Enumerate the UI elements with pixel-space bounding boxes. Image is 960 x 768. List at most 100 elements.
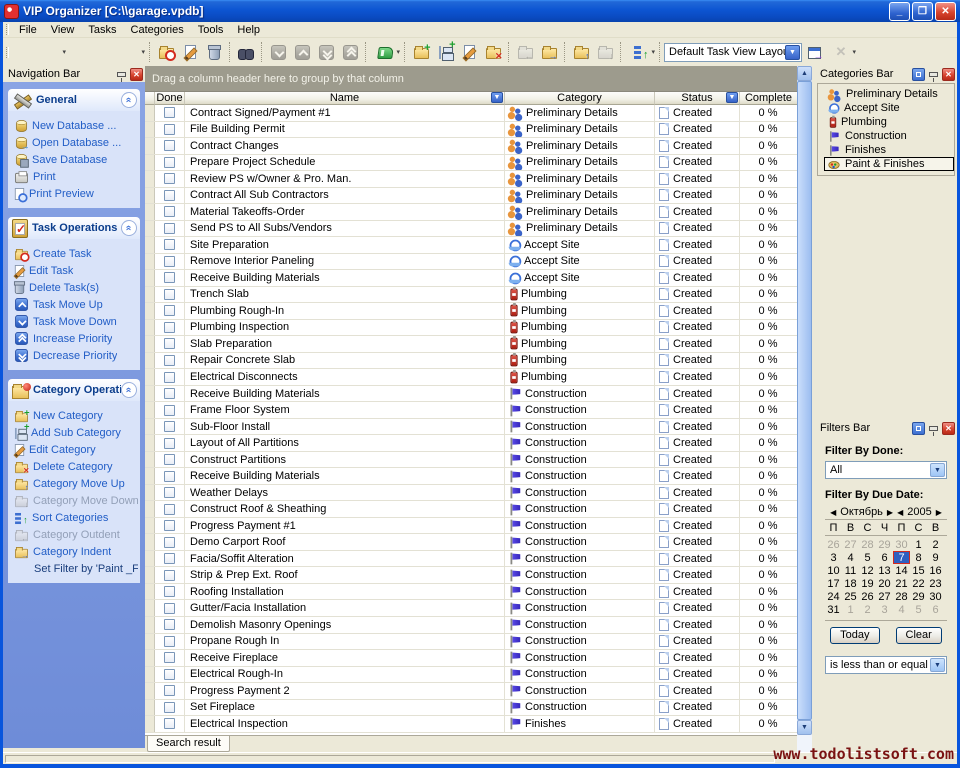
menu-item[interactable]: Help xyxy=(230,23,267,37)
pin-icon[interactable] xyxy=(929,72,938,77)
today-button[interactable]: Today xyxy=(830,627,879,644)
Demolish Masonry Openings[interactable]: Demolish Masonry Openings Construction C… xyxy=(145,617,797,634)
calendar-day[interactable]: 15 xyxy=(910,564,927,577)
new-database-button[interactable] xyxy=(12,40,36,64)
nav-item[interactable]: Create Task xyxy=(14,245,138,262)
task-name[interactable]: File Building Permit xyxy=(185,122,505,138)
print-button[interactable] xyxy=(91,40,115,64)
apply-layout-button[interactable] xyxy=(802,40,826,64)
pin-icon[interactable] xyxy=(929,426,938,431)
column-name[interactable]: Name▼ xyxy=(185,92,505,105)
due-date-condition-select[interactable]: is less than or equal to ▼ xyxy=(825,656,947,674)
task-name[interactable]: Weather Delays xyxy=(185,485,505,501)
done-checkbox[interactable] xyxy=(164,454,175,465)
Contract All Sub Contractors[interactable]: Contract All Sub Contractors Preliminary… xyxy=(145,188,797,205)
done-checkbox[interactable] xyxy=(164,289,175,300)
calendar-day[interactable]: 19 xyxy=(859,577,876,590)
done-checkbox[interactable] xyxy=(164,685,175,696)
task-name[interactable]: Remove Interior Paneling xyxy=(185,254,505,270)
Plumbing Inspection[interactable]: Plumbing Inspection Plumbing Created 0 % xyxy=(145,320,797,337)
task-name[interactable]: Review PS w/Owner & Pro. Man. xyxy=(185,171,505,187)
done-checkbox[interactable] xyxy=(164,223,175,234)
category-tree-item[interactable]: Paint & Finishes xyxy=(824,157,954,171)
task-name[interactable]: Roofing Installation xyxy=(185,584,505,600)
Sub-Floor Install[interactable]: Sub-Floor Install Construction Created 0… xyxy=(145,419,797,436)
minimize-button[interactable]: _ xyxy=(889,2,910,21)
task-name[interactable]: Site Preparation xyxy=(185,237,505,253)
Material Takeoffs-Order[interactable]: Material Takeoffs-Order Preliminary Deta… xyxy=(145,204,797,221)
task-name[interactable]: Electrical Inspection xyxy=(185,716,505,732)
calendar-day[interactable]: 25 xyxy=(842,590,859,603)
calendar-day[interactable]: 26 xyxy=(859,590,876,603)
Gutter/Facia Installation[interactable]: Gutter/Facia Installation Construction C… xyxy=(145,600,797,617)
calendar-day[interactable]: 17 xyxy=(825,577,842,590)
column-status[interactable]: Status▼ xyxy=(655,92,740,105)
nav-item[interactable]: Category Outdent xyxy=(14,526,138,543)
task-name[interactable]: Repair Concrete Slab xyxy=(185,353,505,369)
column-complete[interactable]: Complete xyxy=(740,92,797,105)
task-name[interactable]: Receive Building Materials xyxy=(185,270,505,286)
done-checkbox[interactable] xyxy=(164,636,175,647)
calendar-day[interactable]: 28 xyxy=(893,590,910,603)
calendar-day[interactable]: 29 xyxy=(910,590,927,603)
done-checkbox[interactable] xyxy=(164,438,175,449)
nav-item[interactable]: Task Move Down xyxy=(14,313,138,330)
nav-item[interactable]: Decrease Priority xyxy=(14,347,138,364)
task-name[interactable]: Sub-Floor Install xyxy=(185,419,505,435)
nav-section-header[interactable]: General » xyxy=(8,89,140,111)
done-checkbox[interactable] xyxy=(164,355,175,366)
Progress Payment 2[interactable]: Progress Payment 2 Construction Created … xyxy=(145,683,797,700)
task-name[interactable]: Demo Carport Roof xyxy=(185,534,505,550)
done-checkbox[interactable] xyxy=(164,322,175,333)
edit-category-button[interactable] xyxy=(457,40,481,64)
Roofing Installation[interactable]: Roofing Installation Construction Create… xyxy=(145,584,797,601)
scroll-down-icon[interactable]: ▼ xyxy=(797,720,812,735)
collapse-icon[interactable]: » xyxy=(121,92,137,108)
delete-layout-button[interactable] xyxy=(826,40,857,64)
open-database-button[interactable] xyxy=(36,40,67,64)
Strip & Prep Ext. Roof[interactable]: Strip & Prep Ext. Roof Construction Crea… xyxy=(145,567,797,584)
task-name[interactable]: Plumbing Inspection xyxy=(185,320,505,336)
nav-item[interactable]: Open Database ... xyxy=(14,134,138,151)
calendar-day[interactable]: 2 xyxy=(927,538,944,551)
category-tree-item[interactable]: Plumbing xyxy=(824,115,954,129)
calendar-day[interactable]: 6 xyxy=(876,551,893,564)
task-move-down-button[interactable] xyxy=(266,40,290,64)
nav-item[interactable]: New Category xyxy=(14,407,138,424)
nav-item[interactable]: Print Preview xyxy=(14,185,138,202)
find-button[interactable] xyxy=(234,40,258,64)
calendar-day[interactable]: 28 xyxy=(859,538,876,551)
Electrical Rough-In[interactable]: Electrical Rough-In Construction Created… xyxy=(145,667,797,684)
Receive Building Materials[interactable]: Receive Building Materials Accept Site C… xyxy=(145,270,797,287)
vertical-scrollbar[interactable]: ▲ ▼ xyxy=(797,66,812,752)
calendar-day[interactable]: 29 xyxy=(876,538,893,551)
scroll-up-icon[interactable]: ▲ xyxy=(797,66,812,81)
Plumbing Rough-In[interactable]: Plumbing Rough-In Plumbing Created 0 % xyxy=(145,303,797,320)
filter-dropdown-icon[interactable]: ▼ xyxy=(491,92,503,103)
nav-item[interactable]: Delete Task(s) xyxy=(14,279,138,296)
nav-item[interactable]: Add Sub Category xyxy=(14,424,138,441)
Receive Fireplace[interactable]: Receive Fireplace Construction Created 0… xyxy=(145,650,797,667)
done-checkbox[interactable] xyxy=(164,570,175,581)
nav-item[interactable]: Category Move Up xyxy=(14,475,138,492)
save-database-button[interactable] xyxy=(67,40,91,64)
nav-item[interactable]: Sort Categories xyxy=(14,509,138,526)
task-name[interactable]: Progress Payment 2 xyxy=(185,683,505,699)
nav-section-header[interactable]: Category Operati... » xyxy=(8,379,140,401)
calendar-day[interactable]: 14 xyxy=(893,564,910,577)
task-move-up-button[interactable] xyxy=(290,40,314,64)
done-checkbox[interactable] xyxy=(164,520,175,531)
done-checkbox[interactable] xyxy=(164,487,175,498)
task-name[interactable]: Send PS to All Subs/Vendors xyxy=(185,221,505,237)
calendar-day[interactable]: 2 xyxy=(859,603,876,616)
done-checkbox[interactable] xyxy=(164,718,175,729)
Electrical Inspection[interactable]: Electrical Inspection Finishes Created 0… xyxy=(145,716,797,733)
done-checkbox[interactable] xyxy=(164,190,175,201)
menu-item[interactable]: Tasks xyxy=(81,23,123,37)
column-done[interactable]: Done xyxy=(155,92,185,105)
done-checkbox[interactable] xyxy=(164,702,175,713)
task-name[interactable]: Layout of All Partitions xyxy=(185,435,505,451)
calendar-day[interactable]: 23 xyxy=(927,577,944,590)
nav-item[interactable]: Delete Category xyxy=(14,458,138,475)
decrease-priority-button[interactable] xyxy=(314,40,338,64)
